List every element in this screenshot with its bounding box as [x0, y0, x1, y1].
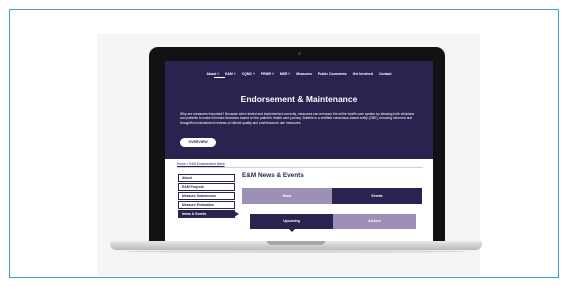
sidebar-item-measure-evaluation[interactable]: Measure Evaluation [178, 201, 235, 209]
laptop-shadow [125, 250, 467, 253]
nav-item-about[interactable]: About ˅ [206, 72, 219, 76]
tab-news[interactable]: News [242, 188, 332, 204]
divider [177, 167, 423, 168]
breadcrumb[interactable]: Home > E&M Endorsement Maint [177, 162, 225, 166]
nav-item-cqmc[interactable]: CQMC ˅ [242, 72, 255, 76]
nav-item-public-comments[interactable]: Public Comments [318, 72, 347, 76]
news-events-tabs: News Events [242, 188, 422, 204]
sidebar-item-measure-submission[interactable]: Measure Submission [178, 192, 235, 200]
tab-archive[interactable]: Archive [333, 214, 416, 229]
sidebar: About E&M Projects Measure Submission Me… [178, 174, 239, 219]
hero-banner: About ˅ E&M ˅ CQMC ˅ PRMR ˅ MSR ˅ Measur… [165, 61, 433, 159]
tab-upcoming[interactable]: Upcoming [250, 214, 333, 232]
hero-description: Why are measures important? Because when… [180, 112, 415, 125]
sidebar-item-about[interactable]: About [178, 174, 235, 182]
nav-active-underline [214, 77, 225, 78]
nav-item-em[interactable]: E&M ˅ [225, 72, 235, 76]
laptop-notch [267, 241, 325, 245]
laptop-screen: About ˅ E&M ˅ CQMC ˅ PRMR ˅ MSR ˅ Measur… [165, 61, 433, 243]
sidebar-item-em-projects[interactable]: E&M Projects [178, 183, 235, 191]
overview-button[interactable]: OVERVIEW [180, 138, 216, 147]
sidebar-item-news-events[interactable]: News & Events [178, 210, 239, 218]
event-filter-tabs: Upcoming Archive [250, 214, 416, 232]
nav-item-contact[interactable]: Contact [379, 72, 392, 76]
nav-item-measures[interactable]: Measures [296, 72, 312, 76]
top-nav: About ˅ E&M ˅ CQMC ˅ PRMR ˅ MSR ˅ Measur… [165, 72, 433, 76]
page-title: Endorsement & Maintenance [240, 94, 358, 104]
camera-icon [298, 52, 301, 55]
tab-events[interactable]: Events [332, 188, 422, 204]
nav-item-msr[interactable]: MSR ˅ [280, 72, 290, 76]
section-title: E&M News & Events [242, 172, 304, 179]
nav-item-prmr[interactable]: PRMR ˅ [261, 72, 274, 76]
nav-item-get-involved[interactable]: Get Involved [353, 72, 373, 76]
